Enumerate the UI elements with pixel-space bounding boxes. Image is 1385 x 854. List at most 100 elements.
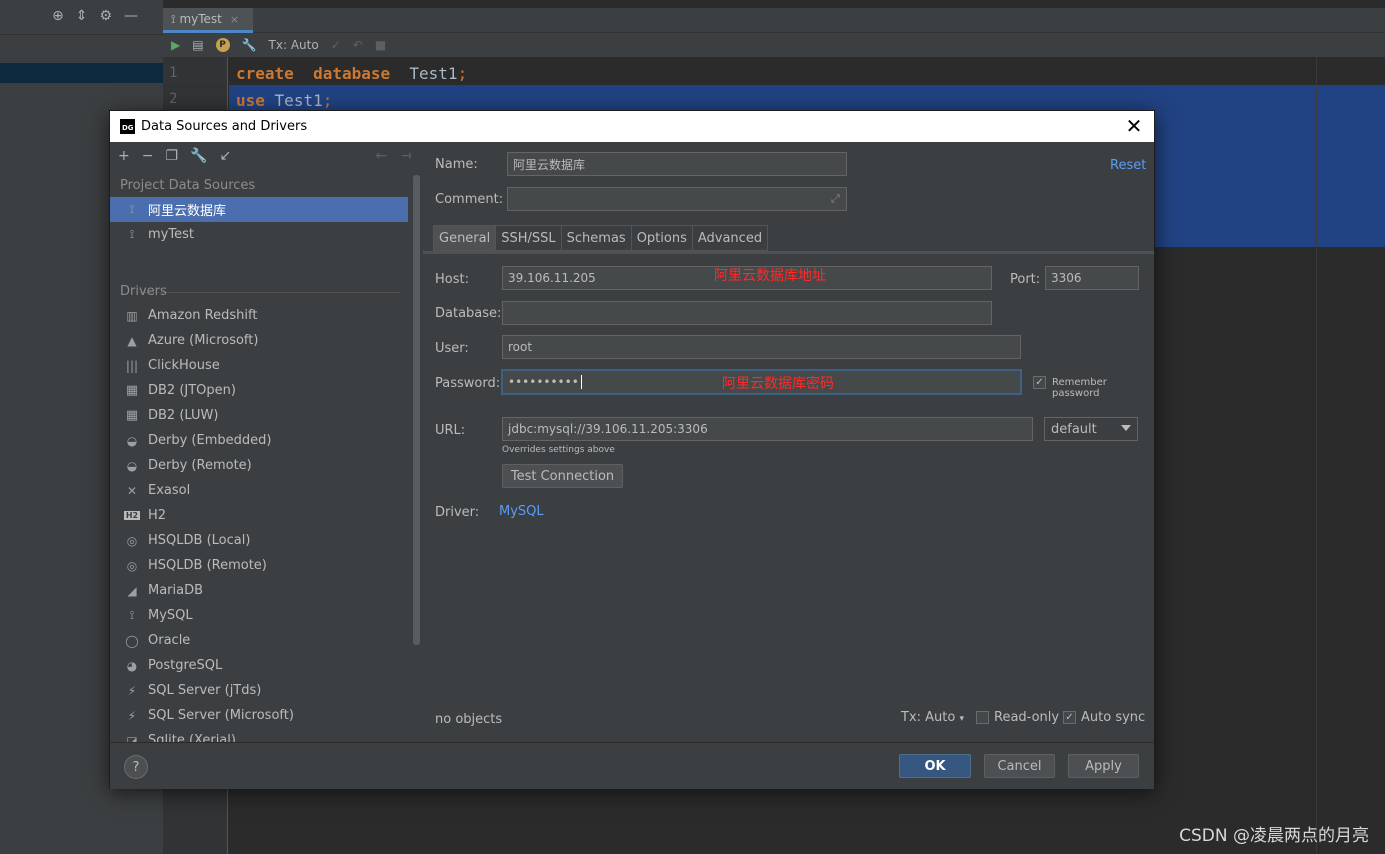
chevron-down-icon xyxy=(1121,425,1131,431)
user-label: User: xyxy=(435,341,469,356)
editor-toolbar: ▶ ▤ P 🔧 Tx: Auto ✓ ↶ ■ xyxy=(163,33,1385,57)
commit-icon[interactable]: ✓ xyxy=(331,38,341,52)
driver-item[interactable]: ◪ Sqlite (Xerial) xyxy=(110,728,408,742)
tx-mode-dropdown[interactable]: Tx: Auto xyxy=(269,38,319,52)
driver-item[interactable]: ◕ PostgreSQL xyxy=(110,653,408,678)
tx-mode-value: Tx: Auto xyxy=(901,710,956,725)
ok-button[interactable]: OK xyxy=(899,754,971,778)
autosync-label: Auto sync xyxy=(1081,710,1146,725)
driver-label: HSQLDB (Local) xyxy=(148,533,251,548)
semicolon: ; xyxy=(457,64,468,83)
url-mode-value: default xyxy=(1051,421,1097,437)
database-field[interactable] xyxy=(502,301,992,325)
tab-schemas[interactable]: Schemas xyxy=(561,225,632,251)
password-value: •••••••••• xyxy=(508,375,579,389)
comment-field[interactable] xyxy=(507,187,847,211)
autosync-checkbox[interactable]: ✓ xyxy=(1063,711,1076,724)
wrench-icon[interactable]: 🔧 xyxy=(242,38,257,52)
tab-label: myTest xyxy=(179,12,222,26)
driver-item[interactable]: ◒ Derby (Embedded) xyxy=(110,428,408,453)
tab-mytest[interactable]: ⟟ myTest × xyxy=(163,8,253,33)
driver-item[interactable]: ▦ DB2 (JTOpen) xyxy=(110,378,408,403)
user-field[interactable]: root xyxy=(502,335,1021,359)
data-source-list-panel: + − ❐ 🔧 ↙ ← → Project Data Sources ⟟ 阿里云数… xyxy=(110,142,422,742)
tab-advanced[interactable]: Advanced xyxy=(692,225,769,251)
tx-mode-dropdown[interactable]: Tx: Auto ▾ xyxy=(901,710,964,725)
exasol-icon: ✕ xyxy=(126,483,138,498)
name-label: Name: xyxy=(435,157,478,172)
driver-item[interactable]: ◎ HSQLDB (Local) xyxy=(110,528,408,553)
close-icon[interactable]: ✕ xyxy=(1122,114,1146,138)
driver-label: HSQLDB (Remote) xyxy=(148,558,267,573)
explorer-selected-row[interactable] xyxy=(0,63,163,83)
apply-button[interactable]: Apply xyxy=(1068,754,1139,778)
driver-item[interactable]: ◎ HSQLDB (Remote) xyxy=(110,553,408,578)
console-icon[interactable]: ▤ xyxy=(192,38,203,52)
dialog-titlebar[interactable]: DG Data Sources and Drivers ✕ xyxy=(110,111,1154,142)
derby-icon: ◒ xyxy=(126,458,138,473)
port-field[interactable]: 3306 xyxy=(1045,266,1139,290)
divider xyxy=(0,34,163,35)
driver-item[interactable]: ✕ Exasol xyxy=(110,478,408,503)
driver-item[interactable]: ▥ Amazon Redshift xyxy=(110,303,408,328)
sqlserver-icon: ⚡ xyxy=(127,708,137,723)
driver-label: PostgreSQL xyxy=(148,658,223,673)
line-number: 2 xyxy=(169,91,178,107)
driver-item[interactable]: ▦ DB2 (LUW) xyxy=(110,403,408,428)
collapse-icon[interactable]: ⇕ xyxy=(76,8,88,24)
derby-icon: ◒ xyxy=(126,433,138,448)
dialog-footer: ? OK Cancel Apply xyxy=(110,742,1154,789)
run-icon[interactable]: ▶ xyxy=(171,38,180,52)
scrollbar-thumb[interactable] xyxy=(413,175,420,645)
driver-label: Oracle xyxy=(148,633,191,648)
oracle-icon: ◯ xyxy=(125,633,139,648)
driver-item[interactable]: ||| ClickHouse xyxy=(110,353,408,378)
driver-item[interactable]: ⟟ MySQL xyxy=(110,603,408,628)
redshift-icon: ▥ xyxy=(126,308,138,323)
rollback-icon[interactable]: ↶ xyxy=(353,38,363,52)
gear-icon[interactable]: ⚙ xyxy=(99,8,112,24)
driver-item[interactable]: ▲ Azure (Microsoft) xyxy=(110,328,408,353)
reset-link[interactable]: Reset xyxy=(1110,158,1146,173)
dialog-title: Data Sources and Drivers xyxy=(141,119,308,134)
tab-options[interactable]: Options xyxy=(631,225,693,251)
hsqldb-icon: ◎ xyxy=(126,533,138,548)
driver-item[interactable]: H2 H2 xyxy=(110,503,408,528)
driver-label: SQL Server (Microsoft) xyxy=(148,708,294,723)
driver-label: SQL Server (jTds) xyxy=(148,683,262,698)
right-margin-guide xyxy=(1316,57,1317,854)
url-field[interactable]: jdbc:mysql://39.106.11.205:3306 xyxy=(502,417,1033,441)
hsqldb-icon: ◎ xyxy=(126,558,138,573)
url-mode-dropdown[interactable]: default xyxy=(1044,417,1138,441)
code-line-2[interactable]: use Test1; xyxy=(236,91,332,110)
semicolon: ; xyxy=(322,91,333,110)
name-field[interactable]: 阿里云数据库 xyxy=(507,152,847,176)
p-icon[interactable]: P xyxy=(215,38,230,52)
sqlserver-icon: ⚡ xyxy=(127,683,137,698)
target-icon[interactable]: ⊕ xyxy=(52,8,64,24)
driver-item[interactable]: ⚡ SQL Server (jTds) xyxy=(110,678,408,703)
host-annotation: 阿里云数据库地址 xyxy=(714,268,826,284)
cancel-button[interactable]: Cancel xyxy=(984,754,1055,778)
driver-link[interactable]: MySQL xyxy=(499,504,544,519)
driver-item[interactable]: ⚡ SQL Server (Microsoft) xyxy=(110,703,408,728)
port-label: Port: xyxy=(1010,272,1041,287)
driver-item[interactable]: ◯ Oracle xyxy=(110,628,408,653)
driver-label: Amazon Redshift xyxy=(148,308,258,323)
minimize-icon[interactable]: — xyxy=(124,8,138,24)
stop-icon[interactable]: ■ xyxy=(375,38,386,52)
test-connection-button[interactable]: Test Connection xyxy=(502,464,623,488)
close-tab-icon[interactable]: × xyxy=(230,13,239,26)
driver-label: DB2 (LUW) xyxy=(148,408,219,423)
driver-item[interactable]: ◒ Derby (Remote) xyxy=(110,453,408,478)
help-icon[interactable]: ? xyxy=(124,755,148,779)
mysql-icon: ⟟ xyxy=(129,608,135,622)
explorer-toolbar: ⊕ ⇕ ⚙ — xyxy=(52,8,138,24)
expand-icon[interactable]: ⤢ xyxy=(831,192,840,206)
code-line-1[interactable]: create database Test1; xyxy=(236,64,467,83)
tab-general[interactable]: General xyxy=(433,225,497,251)
readonly-checkbox[interactable] xyxy=(976,711,989,724)
tab-ssh-ssl[interactable]: SSH/SSL xyxy=(496,225,562,251)
remember-password-checkbox[interactable]: ✓ xyxy=(1033,376,1046,389)
driver-item[interactable]: ◢ MariaDB xyxy=(110,578,408,603)
